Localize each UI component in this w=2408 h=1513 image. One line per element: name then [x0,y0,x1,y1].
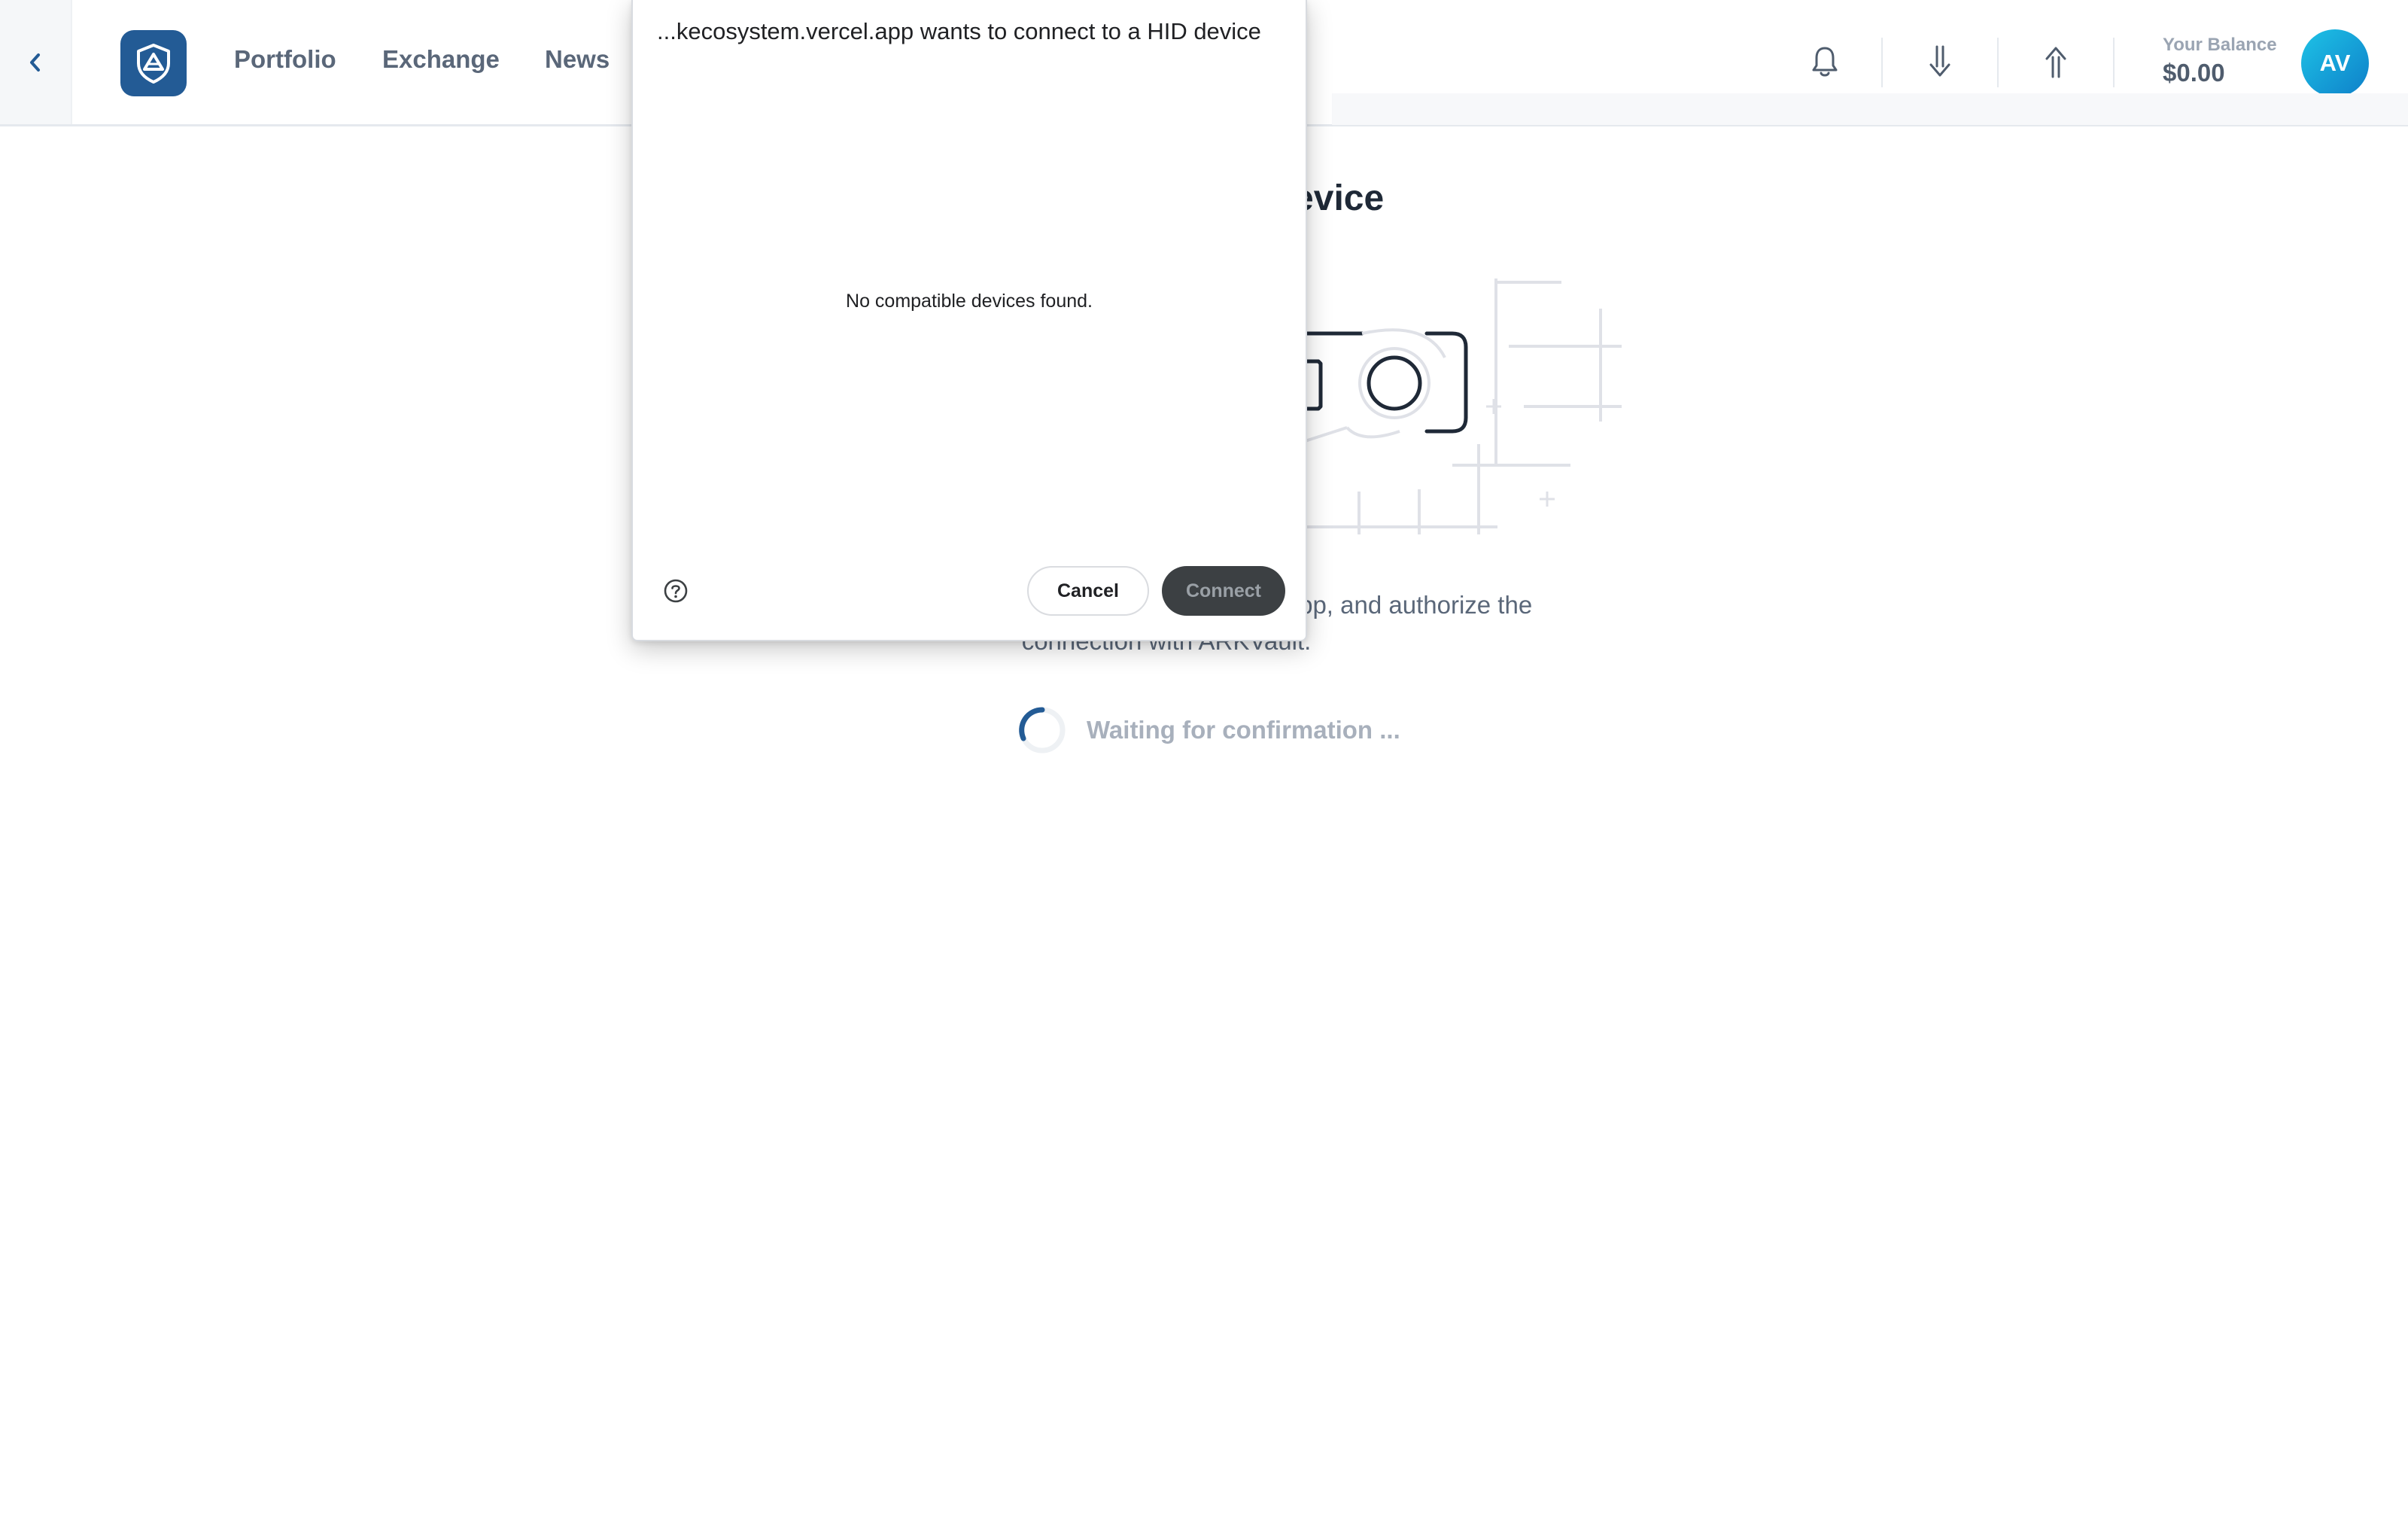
dialog-title: ...kecosystem.vercel.app wants to connec… [657,18,1261,44]
receive-button[interactable] [1916,38,1964,86]
cancel-button[interactable]: Cancel [1027,566,1149,616]
user-avatar[interactable]: AV [2301,29,2369,97]
notifications-button[interactable] [1801,38,1849,86]
arrow-down-icon [1929,45,1950,77]
no-devices-message: No compatible devices found. [846,291,1093,312]
nav-news[interactable]: News [545,45,610,74]
nav-exchange[interactable]: Exchange [382,45,500,74]
header-divider [1881,38,1883,87]
hid-permission-dialog: ...kecosystem.vercel.app wants to connec… [631,0,1307,641]
waiting-indicator: Waiting for confirmation ... [1017,705,1400,756]
back-button[interactable] [0,0,72,124]
nav-portfolio[interactable]: Portfolio [234,45,336,74]
header-strip [1332,93,2408,125]
balance-label: Your Balance [2163,35,2277,55]
send-button[interactable] [2032,38,2080,86]
ark-shield-icon [137,44,170,84]
header-divider [1997,38,1999,87]
app-page: Portfolio Exchange News Your Balance $0.… [0,0,2408,1513]
ark-logo[interactable] [120,30,187,96]
header-divider [2113,38,2115,87]
question-circle-icon [664,579,688,603]
bell-icon [1812,47,1838,77]
help-button[interactable] [663,578,689,604]
balance-value: $0.00 [2163,59,2225,87]
connect-button[interactable]: Connect [1162,566,1285,616]
chevron-left-icon [30,53,40,72]
loading-spinner-icon [1019,707,1066,753]
arrow-up-icon [2045,47,2066,78]
waiting-text: Waiting for confirmation ... [1087,716,1400,744]
